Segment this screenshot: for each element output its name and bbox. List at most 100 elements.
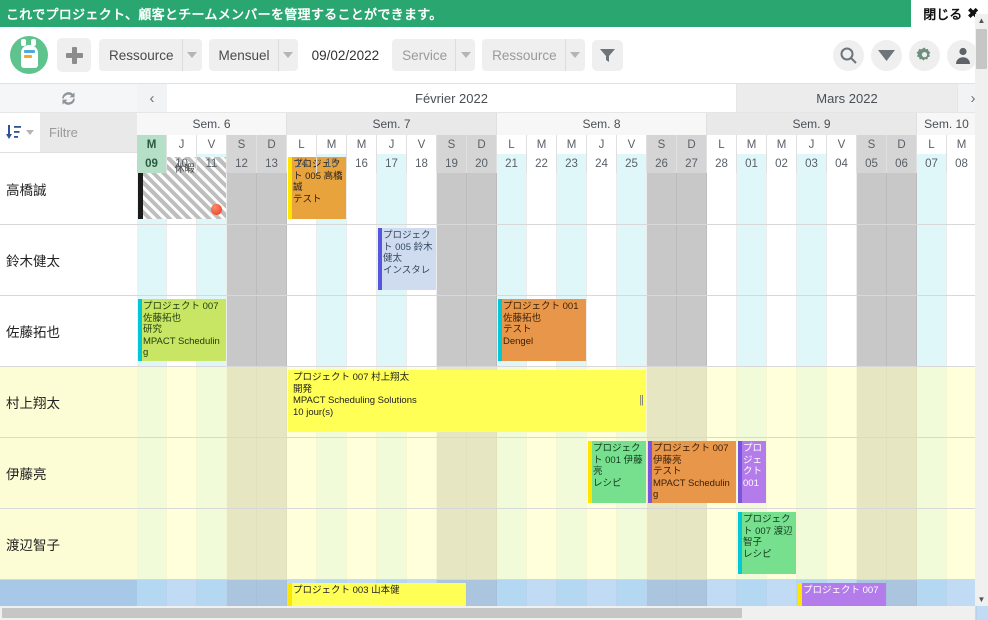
day-number-cell[interactable]: 02 — [767, 154, 797, 173]
search-button[interactable] — [833, 39, 864, 71]
timeline-row[interactable] — [137, 509, 988, 580]
day-number-cell[interactable]: 11 — [197, 154, 227, 173]
task-bar-line: プロジェクト 003 山本健 — [293, 585, 400, 596]
sort-dropdown-icon[interactable] — [26, 130, 34, 135]
prev-period-button[interactable]: ‹ — [137, 84, 167, 112]
task-bar[interactable]: プロジェクト 007 佐藤拓也 研究 MPACT Scheduling — [138, 299, 226, 361]
resource-row[interactable]: 佐藤拓也 — [0, 296, 137, 367]
day-number-cell[interactable]: 06 — [887, 154, 917, 173]
day-of-week-cell: J — [587, 135, 617, 154]
task-bar-line: MPACT Scheduling — [143, 335, 220, 359]
day-number-cell[interactable]: 18 — [407, 154, 437, 173]
scroll-down-button[interactable]: ▼ — [975, 593, 988, 606]
day-number-cell[interactable]: 22 — [527, 154, 557, 173]
chevron-down-icon[interactable] — [455, 39, 475, 71]
day-of-week-cell: S — [857, 135, 887, 154]
day-number-cell[interactable]: 04 — [827, 154, 857, 173]
resource-filter-input[interactable]: Filtre — [40, 113, 137, 152]
resource-filter[interactable]: Ressource — [482, 39, 585, 71]
filter-button[interactable] — [591, 39, 623, 71]
scroll-up-button[interactable]: ▲ — [975, 14, 988, 27]
task-bar[interactable]: プロジェクト 007 渡辺智子 レシピ — [738, 512, 796, 574]
task-bar[interactable]: プロジェクト 007 村上翔太 開発 MPACT Scheduling Soluti… — [288, 370, 646, 432]
date-input[interactable]: 09/02/2022 — [304, 39, 387, 71]
vertical-scrollbar[interactable] — [975, 27, 988, 606]
horizontal-scroll-thumb[interactable] — [2, 608, 742, 618]
horizontal-scrollbar[interactable] — [0, 606, 975, 620]
resource-row[interactable]: 鈴木健太 — [0, 225, 137, 296]
alert-dot-icon — [211, 204, 222, 215]
task-bar-edge — [288, 370, 292, 432]
day-number-cell[interactable]: 12 — [227, 154, 257, 173]
settings-button[interactable] — [909, 39, 940, 71]
resource-row[interactable]: 村上翔太 — [0, 367, 137, 438]
day-number-cell[interactable]: 05 — [857, 154, 887, 173]
task-bar[interactable]: プロジェクト 001 佐藤拓也 テスト Dengel — [498, 299, 586, 361]
day-number-cell[interactable]: 17 — [377, 154, 407, 173]
day-number-cell[interactable]: 24 — [587, 154, 617, 173]
task-bar-line: テスト — [503, 324, 532, 336]
day-number-cell[interactable]: 01 — [737, 154, 767, 173]
chevron-down-icon[interactable] — [181, 39, 202, 71]
sort-ascending-icon[interactable] — [0, 125, 26, 140]
resource-row[interactable]: 伊藤亮 — [0, 438, 137, 509]
day-of-week-cell: V — [197, 135, 227, 154]
day-number-cell[interactable]: 09 — [137, 154, 167, 173]
week-label: Sem. 9 — [707, 113, 917, 135]
day-number-cell[interactable]: 20 — [467, 154, 497, 173]
user-button[interactable] — [947, 39, 978, 71]
day-of-week-cell: J — [167, 135, 197, 154]
resource-row[interactable]: 渡辺智子 — [0, 509, 137, 580]
task-bar-line: テスト — [653, 466, 682, 478]
resource-row[interactable]: 高橋誠 — [0, 154, 137, 225]
chevron-down-icon[interactable] — [564, 39, 585, 71]
day-number-cell[interactable]: 23 — [557, 154, 587, 173]
day-number-cell[interactable]: 14 — [287, 154, 317, 173]
day-number-cell[interactable]: 07 — [917, 154, 947, 173]
task-bar-line: 開発 — [293, 383, 313, 395]
day-of-week-cell: M — [737, 135, 767, 154]
day-number-cell[interactable]: 08 — [947, 154, 977, 173]
timeline-row[interactable] — [137, 225, 988, 296]
day-number-cell[interactable]: 10 — [167, 154, 197, 173]
task-resize-handle[interactable]: || — [639, 395, 644, 407]
timeline-row[interactable] — [137, 438, 988, 509]
day-number-cell[interactable]: 13 — [257, 154, 287, 173]
service-filter-value: Service — [402, 47, 448, 63]
day-number-cell[interactable]: 28 — [707, 154, 737, 173]
resource-select[interactable]: Ressource — [99, 39, 202, 71]
add-button[interactable] — [57, 38, 91, 72]
day-of-week-cell: M — [947, 135, 977, 154]
day-number-cell[interactable]: 26 — [647, 154, 677, 173]
month-label: Mars 2022 — [737, 84, 958, 112]
view-mode-select[interactable]: Mensuel — [208, 39, 298, 71]
task-bar-edge — [738, 441, 742, 503]
vertical-scroll-thumb[interactable] — [976, 29, 987, 69]
app-logo — [10, 36, 48, 74]
refresh-icon — [62, 91, 75, 105]
day-number-cell[interactable]: 25 — [617, 154, 647, 173]
resource-name: 村上翔太 — [6, 396, 60, 411]
task-bar[interactable]: プロジェクト 007 伊藤亮 テスト MPACT Scheduling — [648, 441, 736, 503]
refresh-button[interactable] — [0, 84, 137, 113]
day-number-cell[interactable]: 27 — [677, 154, 707, 173]
task-bar-edge — [138, 299, 142, 361]
task-bar[interactable]: プロジェクト 001 伊藤亮 レシピ — [588, 441, 646, 503]
day-number-cell[interactable]: 15 — [317, 154, 347, 173]
month-row: ‹ Février 2022 Mars 2022 › — [137, 84, 988, 113]
day-number-cell[interactable]: 19 — [437, 154, 467, 173]
service-filter[interactable]: Service — [392, 39, 476, 71]
timeline-canvas[interactable]: 休暇 プロジェクト 005 高橋誠 テスト プロジェクト 005 鈴木健太 インスタレプ… — [137, 154, 988, 620]
day-number-cell[interactable]: 16 — [347, 154, 377, 173]
day-number-cell[interactable]: 21 — [497, 154, 527, 173]
task-bar[interactable]: プロジェクト 005 鈴木健太 インスタレ — [378, 228, 436, 290]
day-of-week-cell: M — [137, 135, 167, 154]
day-number-cell[interactable]: 03 — [797, 154, 827, 173]
timeline-header: ‹ Février 2022 Mars 2022 › Sem. 6 Sem. 7 Sem.… — [137, 84, 988, 173]
resource-list: 高橋誠 鈴木健太 佐藤拓也村上翔太伊藤亮 渡辺智子 — [0, 154, 137, 620]
task-bar[interactable]: プロジェクト 001 — [738, 441, 766, 503]
day-of-week-cell: V — [827, 135, 857, 154]
plus-icon — [65, 46, 83, 64]
dropdown-button[interactable] — [871, 39, 902, 71]
chevron-down-icon[interactable] — [277, 39, 298, 71]
